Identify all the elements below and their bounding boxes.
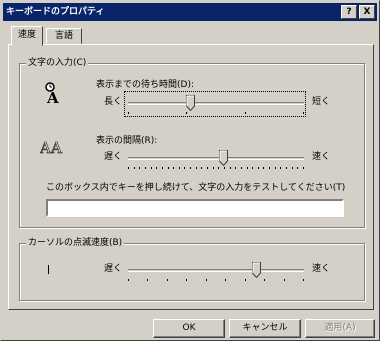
rate-tick <box>162 167 163 169</box>
title-bar[interactable]: キーボードのプロパティ ? X <box>3 3 377 21</box>
char-input-group: 文字の入力(C) A 表示までの待ち時間(D): 長く 短く A A 表示の間隔… <box>19 57 365 228</box>
rate-tick <box>241 167 242 169</box>
rate-tick <box>173 167 174 169</box>
rate-tick <box>128 167 129 169</box>
blink-tick <box>167 279 168 281</box>
delay-tick <box>186 112 187 114</box>
blink-tick <box>206 279 207 281</box>
tab-speed-label: 速度 <box>17 30 36 40</box>
rate-tick <box>207 167 208 169</box>
rate-tick <box>263 167 264 169</box>
blink-slider-track[interactable] <box>128 269 304 272</box>
rate-tick <box>151 167 152 169</box>
cursor-bar-icon <box>48 265 49 274</box>
clock-a-icon: A <box>45 82 59 104</box>
delay-slider-thumb[interactable] <box>186 95 195 111</box>
delay-tick <box>245 112 246 114</box>
rate-tick <box>258 167 259 169</box>
cancel-button[interactable]: キャンセル <box>229 319 301 338</box>
cursor-blink-group: カーソルの点滅速度(B) 遅く 速く <box>19 237 365 301</box>
rate-tick <box>269 167 270 169</box>
blink-tick <box>225 279 226 281</box>
delay-min-label: 長く <box>104 97 123 107</box>
blink-tick <box>264 279 265 281</box>
tab-panel: 文字の入力(C) A 表示までの待ち時間(D): 長く 短く A A 表示の間隔… <box>8 44 374 310</box>
rate-tick <box>168 167 169 169</box>
blink-slider-thumb[interactable] <box>252 262 261 278</box>
test-input[interactable] <box>46 199 344 217</box>
rate-tick <box>218 167 219 169</box>
blink-tick <box>147 279 148 281</box>
rate-tick <box>247 167 248 169</box>
delay-tick <box>303 112 304 114</box>
rate-tick <box>275 167 276 169</box>
rate-tick <box>252 167 253 169</box>
rate-tick <box>230 167 231 169</box>
svg-text:A: A <box>50 139 62 156</box>
rate-tick <box>184 167 185 169</box>
tab-speed[interactable]: 速度 <box>11 26 43 46</box>
rate-tick <box>139 167 140 169</box>
rate-tick <box>235 167 236 169</box>
apply-button[interactable]: 適用(A) <box>305 319 375 338</box>
blink-ticks <box>128 279 304 282</box>
rate-tick <box>297 167 298 169</box>
dialog-window: キーボードのプロパティ ? X 速度 言語 文字の入力(C) A 表示までの待ち… <box>0 0 380 341</box>
delay-slider-track[interactable] <box>128 102 304 105</box>
rate-tick <box>134 167 135 169</box>
rate-tick <box>179 167 180 169</box>
close-button[interactable]: X <box>359 5 375 19</box>
rate-tick <box>145 167 146 169</box>
rate-max-label: 速く <box>312 152 331 162</box>
rate-tick <box>303 167 304 169</box>
rate-min-label: 遅く <box>104 152 123 162</box>
blink-tick <box>128 279 129 281</box>
rate-tick <box>190 167 191 169</box>
rate-tick <box>213 167 214 169</box>
blink-tick <box>245 279 246 281</box>
rate-tick <box>292 167 293 169</box>
tab-language[interactable]: 言語 <box>46 28 82 44</box>
char-input-group-label: 文字の入力(C) <box>26 57 89 69</box>
rate-slider-track[interactable] <box>128 157 304 160</box>
rate-tick <box>201 167 202 169</box>
blink-tick <box>186 279 187 281</box>
help-button[interactable]: ? <box>341 5 357 19</box>
blink-min-label: 遅く <box>104 264 123 274</box>
tab-language-label: 言語 <box>54 31 73 41</box>
blink-max-label: 速く <box>312 264 331 274</box>
rate-tick <box>224 167 225 169</box>
rate-tick <box>196 167 197 169</box>
rate-slider-thumb[interactable] <box>219 150 228 166</box>
svg-text:A: A <box>46 89 59 104</box>
cursor-blink-group-label: カーソルの点滅速度(B) <box>26 237 125 249</box>
double-a-icon: A A <box>40 139 62 156</box>
rate-tick <box>280 167 281 169</box>
delay-ticks <box>128 112 304 115</box>
test-label: このボックス内でキーを押し続けて、文字の入力をテストしてください(T) <box>46 183 346 193</box>
delay-label: 表示までの待ち時間(D): <box>96 80 194 90</box>
blink-tick <box>284 279 285 281</box>
window-title: キーボードのプロパティ <box>6 7 105 17</box>
svg-text:A: A <box>40 139 51 156</box>
rate-tick <box>286 167 287 169</box>
blink-tick <box>303 279 304 281</box>
rate-tick <box>156 167 157 169</box>
ok-button[interactable]: OK <box>153 319 225 338</box>
delay-max-label: 短く <box>312 97 331 107</box>
rate-ticks <box>128 167 304 170</box>
delay-tick <box>128 112 129 114</box>
rate-label: 表示の間隔(R): <box>96 136 158 146</box>
